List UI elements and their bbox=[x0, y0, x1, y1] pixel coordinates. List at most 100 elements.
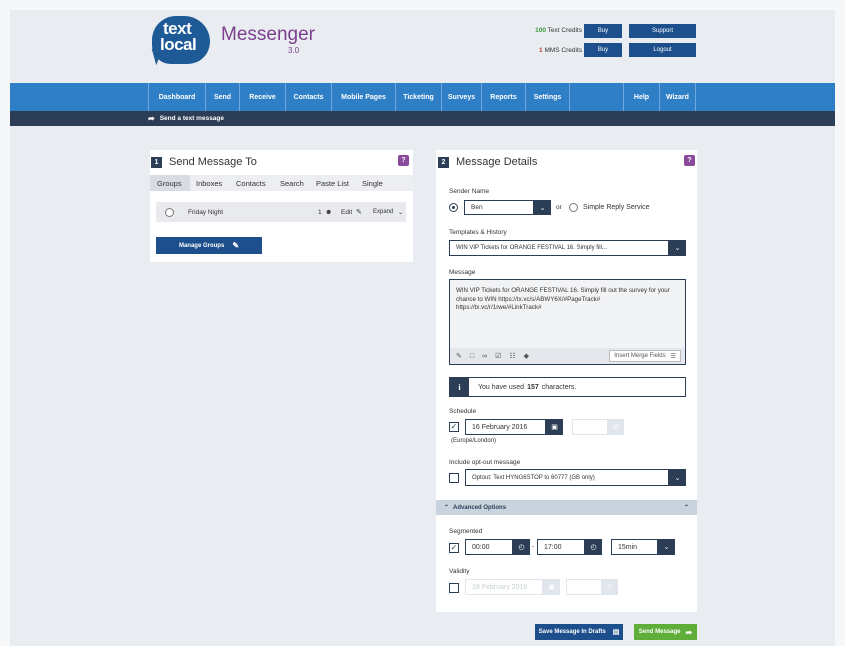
message-details-heading: Message Details bbox=[456, 156, 538, 168]
schedule-checkbox[interactable]: ✓ bbox=[449, 422, 459, 432]
manage-groups-label: Manage Groups bbox=[178, 242, 225, 249]
chevron-down-icon[interactable]: ⌄ bbox=[669, 240, 686, 256]
segment-start-input[interactable]: 00:00 bbox=[465, 539, 513, 555]
character-count: 157 bbox=[527, 383, 539, 391]
nav-surveys[interactable]: Surveys bbox=[442, 83, 482, 111]
clock-icon[interactable]: ◴ bbox=[585, 539, 602, 555]
simple-reply-radio[interactable] bbox=[569, 203, 578, 212]
templates-select[interactable]: WIN VIP Tickets for ORANGE FESTIVAL 16. … bbox=[449, 240, 669, 256]
buy-mms-button[interactable]: Buy bbox=[584, 43, 622, 57]
merge-label: Insert Merge Fields bbox=[614, 353, 666, 359]
clock-icon[interactable]: ◴ bbox=[608, 419, 624, 435]
breadcrumb-bar: ➦ Send a text message bbox=[10, 111, 835, 126]
chevron-down-icon[interactable]: ⌄ bbox=[669, 469, 686, 486]
link-icon[interactable]: ∞ bbox=[482, 353, 487, 360]
people-icon: ☻ bbox=[325, 208, 333, 216]
info-text-post: characters. bbox=[541, 383, 577, 391]
attachment-icon[interactable]: ✎ bbox=[456, 352, 462, 360]
insert-merge-fields-button[interactable]: Insert Merge Fields ☰ bbox=[609, 350, 681, 362]
chevron-down-icon[interactable]: ⌄ bbox=[658, 539, 675, 555]
help-icon[interactable]: ? bbox=[398, 155, 409, 166]
message-line: chance to WIN https://tx.vc/s/ABWY6X/#Pa… bbox=[456, 295, 601, 303]
range-dash: - bbox=[532, 543, 535, 550]
nav-dashboard[interactable]: Dashboard bbox=[148, 83, 206, 111]
nav-reports[interactable]: Reports bbox=[482, 83, 526, 111]
save-icon: ▤ bbox=[612, 629, 620, 636]
clock-icon[interactable]: ◴ bbox=[602, 579, 618, 595]
validity-date-input[interactable]: 18 February 2016 bbox=[465, 579, 543, 595]
chevron-up-icon: ⌃ bbox=[444, 505, 450, 511]
logo-text-bottom: local bbox=[160, 35, 197, 54]
nav-settings[interactable]: Settings bbox=[526, 83, 570, 111]
group-edit-link[interactable]: Edit bbox=[341, 209, 352, 216]
nav-contacts[interactable]: Contacts bbox=[286, 83, 332, 111]
segmented-label: Segmented bbox=[449, 528, 483, 535]
sender-radio[interactable] bbox=[449, 203, 458, 212]
info-icon: i bbox=[450, 378, 469, 396]
group-expand-link[interactable]: Expand bbox=[373, 209, 393, 215]
sender-select[interactable]: Ben bbox=[464, 200, 534, 215]
group-radio[interactable] bbox=[165, 207, 174, 217]
save-drafts-button[interactable]: Save Message In Drafts ▤ bbox=[535, 624, 623, 640]
message-line: WIN VIP Tickets for ORANGE FESTIVAL 16. … bbox=[456, 287, 670, 294]
nav-send[interactable]: Send bbox=[206, 83, 240, 111]
save-drafts-label: Save Message In Drafts bbox=[538, 629, 606, 635]
mms-credit-label: MMS Credits bbox=[544, 47, 582, 54]
group-name: Friday Night bbox=[188, 208, 224, 216]
tab-paste-list[interactable]: Paste List bbox=[316, 175, 349, 191]
nav-spacer bbox=[570, 83, 624, 111]
optout-select[interactable]: Optout: Text HYNG6STOP to 60777 (GB only… bbox=[465, 469, 669, 486]
segment-interval-select[interactable]: 15min bbox=[611, 539, 658, 555]
manage-groups-button[interactable]: Manage Groups ✎ bbox=[156, 237, 262, 254]
info-text-pre: You have used bbox=[478, 383, 525, 391]
nav-wizard[interactable]: Wizard bbox=[660, 83, 696, 111]
advanced-options-toggle[interactable]: ⌃ Advanced Options ⌃ bbox=[436, 500, 697, 515]
validity-checkbox[interactable] bbox=[449, 583, 459, 593]
chevron-down-icon[interactable]: ⌄ bbox=[534, 200, 551, 215]
simple-reply-label: Simple Reply Service bbox=[583, 204, 650, 211]
calendar-icon[interactable]: ▣ bbox=[546, 419, 563, 435]
help-icon[interactable]: ? bbox=[684, 155, 695, 166]
templates-label: Templates & History bbox=[449, 229, 507, 236]
buy-text-button[interactable]: Buy bbox=[584, 24, 622, 38]
advanced-options-label: Advanced Options bbox=[453, 504, 507, 511]
nav-ticketing[interactable]: Ticketing bbox=[396, 83, 442, 111]
tab-search[interactable]: Search bbox=[280, 175, 304, 191]
text-credit-label: Text Credits bbox=[547, 27, 582, 34]
nav-receive[interactable]: Receive bbox=[240, 83, 286, 111]
message-textarea[interactable]: WIN VIP Tickets for ORANGE FESTIVAL 16. … bbox=[449, 279, 686, 365]
mms-credit-count: 1 bbox=[539, 47, 543, 54]
survey-icon[interactable]: ☑ bbox=[495, 352, 501, 360]
tab-contacts[interactable]: Contacts bbox=[236, 175, 266, 191]
send-message-button[interactable]: Send Message ➦ bbox=[634, 624, 697, 640]
page-title: Send a text message bbox=[159, 115, 225, 122]
pencil-icon[interactable]: ✎ bbox=[356, 208, 362, 216]
calendar-icon[interactable]: ▣ bbox=[543, 579, 560, 595]
recipients-heading: Send Message To bbox=[169, 156, 257, 168]
schedule-time-input[interactable] bbox=[572, 419, 608, 435]
optout-checkbox[interactable] bbox=[449, 473, 459, 483]
schedule-date-input[interactable]: 16 February 2016 bbox=[465, 419, 546, 435]
chevron-down-icon[interactable]: ⌄ bbox=[398, 209, 403, 216]
tab-inboxes[interactable]: Inboxes bbox=[196, 175, 222, 191]
group-row[interactable]: Friday Night 1 ☻ Edit ✎ Expand ⌄ bbox=[156, 202, 406, 222]
tab-single[interactable]: Single bbox=[362, 175, 383, 191]
list-icon: ☰ bbox=[670, 353, 676, 360]
document-icon[interactable]: □ bbox=[470, 353, 474, 360]
validity-time-input[interactable] bbox=[566, 579, 602, 595]
main-nav: Dashboard Send Receive Contacts Mobile P… bbox=[10, 83, 835, 111]
barcode-icon[interactable]: ☷ bbox=[509, 352, 515, 360]
support-button[interactable]: Support bbox=[629, 24, 696, 38]
segment-end-input[interactable]: 17:00 bbox=[537, 539, 585, 555]
app-name: Messenger bbox=[221, 24, 315, 45]
logout-button[interactable]: Logout bbox=[629, 43, 696, 57]
tag-icon[interactable]: ◆ bbox=[524, 352, 529, 360]
schedule-label: Schedule bbox=[449, 408, 477, 415]
tab-groups[interactable]: Groups bbox=[150, 175, 190, 191]
clock-icon[interactable]: ◴ bbox=[513, 539, 530, 555]
segmented-checkbox[interactable]: ✓ bbox=[449, 543, 459, 553]
step-number: 1 bbox=[151, 156, 162, 168]
message-line: https://tx.vc/r/1rwe/#LinkTrack# bbox=[456, 304, 542, 311]
nav-help[interactable]: Help bbox=[624, 83, 660, 111]
nav-mobile-pages[interactable]: Mobile Pages bbox=[332, 83, 396, 111]
